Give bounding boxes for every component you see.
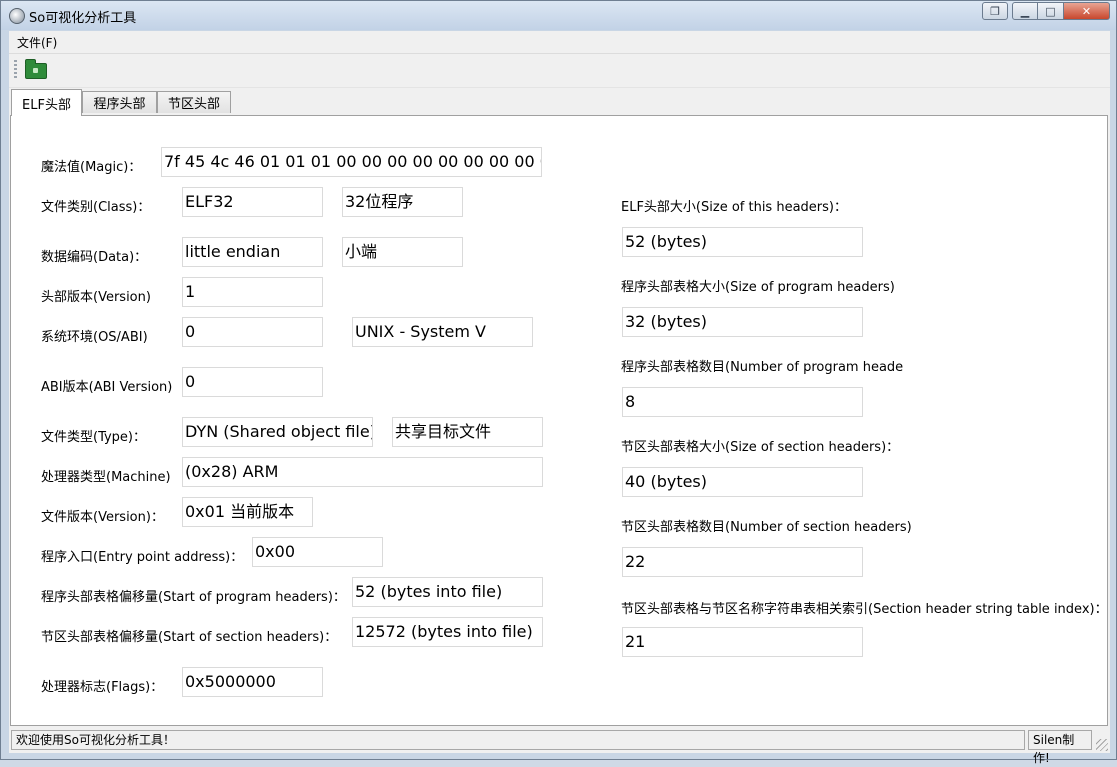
machine-field[interactable]: (0x28) ARM [182,457,543,487]
resize-grip[interactable] [1096,739,1108,751]
data-desc-field[interactable]: 小端 [342,237,463,267]
elf-header-panel: 魔法值(Magic)： 7f 45 4c 46 01 01 01 00 00 0… [10,115,1108,726]
file-version-label: 文件版本(Version)： [41,510,164,525]
class-field[interactable]: ELF32 [182,187,323,217]
class-label: 文件类别(Class)： [41,200,151,215]
section-header-offset-field[interactable]: 12572 (bytes into file) [352,617,543,647]
flags-field[interactable]: 0x5000000 [182,667,323,697]
section-header-count-field[interactable]: 22 [622,547,863,577]
tab-program-header[interactable]: 程序头部 [82,91,157,113]
menu-bar: 文件(F) [9,31,1110,54]
window-title: So可视化分析工具 [29,11,137,26]
program-header-size-field[interactable]: 32 (bytes) [622,307,863,337]
abi-version-field[interactable]: 0 [182,367,323,397]
program-header-offset-field[interactable]: 52 (bytes into file) [352,577,543,607]
header-version-field[interactable]: 1 [182,277,323,307]
restore-window-button[interactable]: ❐ [982,2,1008,20]
app-window: So可视化分析工具 ❐ ▁ □ ✕ 文件(F) ELF头部 程序头部 节区头部 … [0,0,1117,765]
elf-header-size-field[interactable]: 52 (bytes) [622,227,863,257]
osabi-desc-field[interactable]: UNIX - System V [352,317,533,347]
program-header-size-label: 程序头部表格大小(Size of program headers) [621,280,895,295]
section-header-offset-label: 节区头部表格偏移量(Start of section headers)： [41,630,338,645]
status-message: 欢迎使用So可视化分析工具！ [11,730,1025,750]
program-header-offset-label: 程序头部表格偏移量(Start of program headers)： [41,590,346,605]
tab-section-header[interactable]: 节区头部 [157,91,231,113]
magic-field[interactable]: 7f 45 4c 46 01 01 01 00 00 00 00 00 00 0… [161,147,542,177]
data-field[interactable]: little endian [182,237,323,267]
magic-label: 魔法值(Magic)： [41,160,142,175]
close-icon: ✕ [1081,4,1092,18]
title-bar[interactable]: So可视化分析工具 ❐ ▁ □ ✕ [1,1,1116,30]
restore-icon: ❐ [990,4,1000,18]
folder-open-icon [25,59,47,79]
section-string-index-label: 节区头部表格与节区名称字符串表相关索引(Section header strin… [621,602,1108,617]
minimize-button[interactable]: ▁ [1012,2,1038,20]
maximize-icon: □ [1045,4,1056,18]
tab-elf-header[interactable]: ELF头部 [11,89,82,116]
program-header-count-label: 程序头部表格数目(Number of program heade [621,360,904,375]
type-label: 文件类型(Type)： [41,430,147,445]
status-bar: 欢迎使用So可视化分析工具！ Silen制作! [9,729,1110,765]
entry-point-label: 程序入口(Entry point address)： [41,550,244,565]
flags-label: 处理器标志(Flags)： [41,680,164,695]
section-header-count-label: 节区头部表格数目(Number of section headers) [621,520,912,535]
osabi-field[interactable]: 0 [182,317,323,347]
minimize-icon: ▁ [1020,4,1030,18]
class-desc-field[interactable]: 32位程序 [342,187,463,217]
elf-header-size-label: ELF头部大小(Size of this headers)： [621,200,847,215]
header-version-label: 头部版本(Version) [41,290,151,305]
abi-version-label: ABI版本(ABI Version) [41,380,173,395]
section-header-size-label: 节区头部表格大小(Size of section headers)： [621,440,900,455]
maximize-button[interactable]: □ [1038,2,1064,20]
client-area: 文件(F) ELF头部 程序头部 节区头部 魔法值(Magic)： 7f 45 … [9,31,1110,765]
toolbar-grip[interactable] [14,60,17,80]
window-controls: ❐ ▁ □ ✕ [982,2,1110,21]
status-author: Silen制作! [1028,730,1092,765]
menu-file[interactable]: 文件(F) [13,34,61,51]
machine-label: 处理器类型(Machine) [41,470,171,485]
open-file-button[interactable] [24,59,47,79]
type-desc-field[interactable]: 共享目标文件 [392,417,543,447]
entry-point-field[interactable]: 0x00 [252,537,383,567]
program-header-count-field[interactable]: 8 [622,387,863,417]
file-version-field[interactable]: 0x01 当前版本 [182,497,313,527]
osabi-label: 系统环境(OS/ABI) [41,330,148,345]
toolbar [9,54,1110,88]
close-button[interactable]: ✕ [1064,2,1110,20]
section-string-index-field[interactable]: 21 [622,627,863,657]
section-header-size-field[interactable]: 40 (bytes) [622,467,863,497]
type-field[interactable]: DYN (Shared object file) [182,417,373,447]
app-icon [9,8,25,24]
data-label: 数据编码(Data)： [41,250,148,265]
